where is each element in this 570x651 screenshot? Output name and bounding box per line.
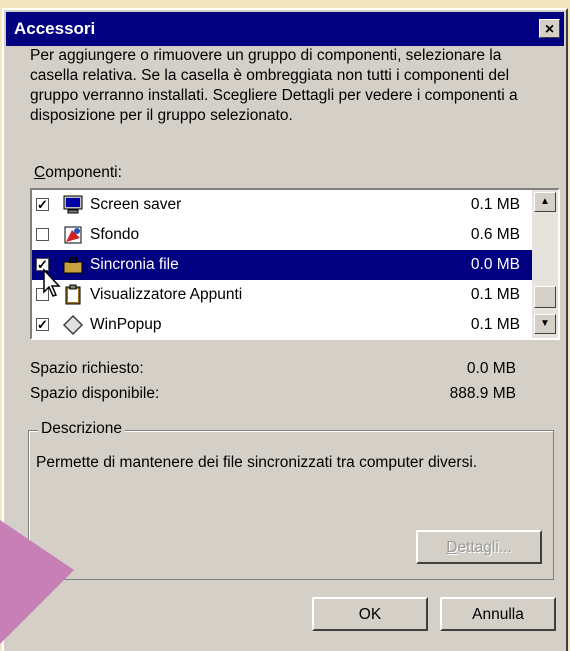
item-size: 0.6 MB — [470, 226, 520, 243]
components-list[interactable]: ✓ Screen saver 0.1 MB Sfondo 0.6 MB ✓ Si… — [30, 188, 560, 340]
list-item-visualizzatore-appunti[interactable]: Visualizzatore Appunti 0.1 MB — [32, 280, 558, 310]
monitor-icon — [63, 195, 83, 214]
ok-button[interactable]: OK — [312, 597, 428, 631]
wallpaper-icon — [64, 226, 82, 244]
list-item-sincronia-file[interactable]: ✓ Sincronia file 0.0 MB — [32, 250, 558, 280]
details-button-accel: D — [446, 539, 458, 556]
mouse-pointer-icon — [43, 268, 61, 297]
available-space-value: 888.9 MB — [449, 385, 516, 402]
checkbox-sfondo[interactable] — [36, 228, 49, 241]
list-item-winpopup[interactable]: ✓ WinPopup 0.1 MB — [32, 310, 558, 338]
details-button-rest: ettagli... — [457, 539, 512, 556]
required-space-value: 0.0 MB — [466, 360, 516, 377]
item-name: WinPopup — [90, 316, 162, 333]
list-item-screen-saver[interactable]: ✓ Screen saver 0.1 MB — [32, 190, 558, 220]
item-name: Visualizzatore Appunti — [90, 286, 243, 303]
cancel-button[interactable]: Annulla — [440, 597, 556, 631]
description-group-label: Descrizione — [38, 420, 125, 438]
required-space-label: Spazio richiesto: — [30, 360, 144, 377]
item-name: Sincronia file — [90, 256, 179, 273]
checkbox-screen-saver[interactable]: ✓ — [36, 198, 49, 211]
item-size: 0.1 MB — [470, 286, 520, 303]
checkbox-winpopup[interactable]: ✓ — [36, 318, 49, 331]
briefcase-icon — [63, 257, 83, 274]
item-name: Sfondo — [90, 226, 140, 243]
item-size: 0.0 MB — [470, 256, 520, 273]
clipboard-icon — [65, 284, 81, 305]
pointer-arrow-decoration — [0, 520, 74, 644]
close-button[interactable]: × — [539, 19, 560, 38]
available-space-label: Spazio disponibile: — [30, 385, 160, 402]
list-scrollbar[interactable]: ▲ ▼ — [532, 190, 558, 338]
components-label-rest: omponenti: — [45, 164, 122, 181]
components-label-accel: C — [34, 164, 46, 181]
scroll-down-button[interactable]: ▼ — [534, 314, 556, 334]
window-title: Accessori — [14, 19, 96, 38]
description-text: Permette di mantenere dei file sincroniz… — [36, 454, 478, 471]
diamond-icon — [62, 314, 84, 336]
item-name: Screen saver — [90, 196, 182, 213]
scroll-up-button[interactable]: ▲ — [534, 192, 556, 212]
details-button[interactable]: Dettagli... — [416, 530, 542, 564]
item-size: 0.1 MB — [470, 196, 520, 213]
instructions-text: Per aggiungere o rimuovere un gruppo di … — [30, 47, 518, 124]
list-item-sfondo[interactable]: Sfondo 0.6 MB — [32, 220, 558, 250]
title-bar: Accessori × — [6, 12, 564, 46]
item-size: 0.1 MB — [470, 316, 520, 333]
components-label: Componenti: — [34, 164, 122, 182]
scroll-thumb[interactable] — [534, 286, 556, 308]
